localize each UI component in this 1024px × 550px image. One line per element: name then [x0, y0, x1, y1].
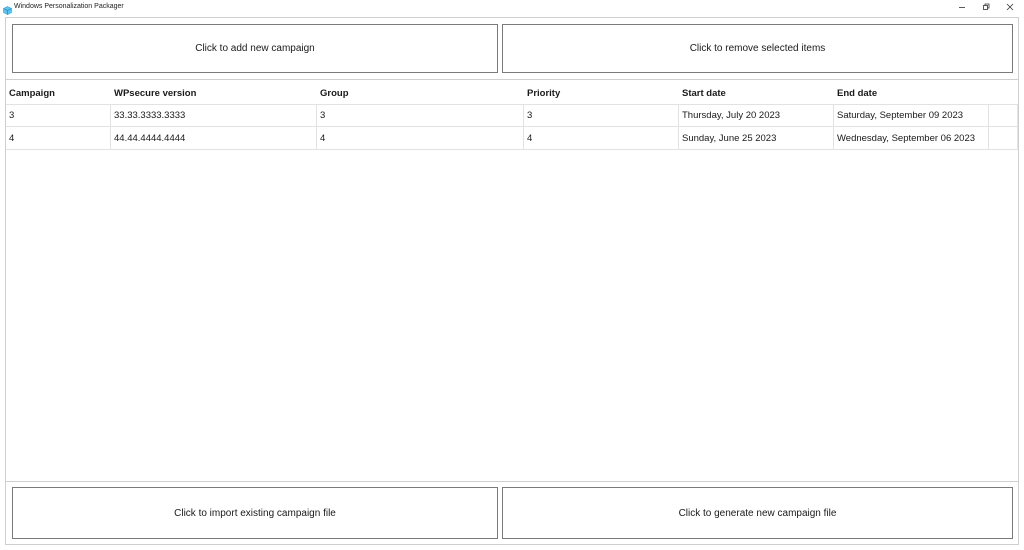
remove-selected-button[interactable]: Click to remove selected items [502, 24, 1013, 73]
cell-end-date[interactable]: Saturday, September 09 2023 [834, 105, 989, 126]
cell-campaign[interactable]: 3 [6, 105, 111, 126]
cell-start-date[interactable]: Thursday, July 20 2023 [679, 105, 834, 126]
cell-filler [989, 105, 1018, 126]
cell-priority[interactable]: 4 [524, 127, 679, 149]
cell-group[interactable]: 4 [317, 127, 524, 149]
restore-button[interactable] [974, 0, 998, 14]
cell-start-date[interactable]: Sunday, June 25 2023 [679, 127, 834, 149]
title-bar: Windows Personalization Packager [0, 0, 1024, 15]
import-campaign-button[interactable]: Click to import existing campaign file [12, 487, 498, 539]
cell-group[interactable]: 3 [317, 105, 524, 126]
close-icon [1006, 3, 1014, 11]
column-header-campaign[interactable]: Campaign [6, 83, 111, 104]
column-header-priority[interactable]: Priority [524, 83, 679, 104]
window-title: Windows Personalization Packager [14, 3, 124, 10]
add-campaign-button[interactable]: Click to add new campaign [12, 24, 498, 73]
close-button[interactable] [998, 0, 1022, 14]
generate-campaign-button[interactable]: Click to generate new campaign file [502, 487, 1013, 539]
grid-header: Campaign WPsecure version Group Priority… [6, 83, 989, 104]
cell-campaign[interactable]: 4 [6, 127, 111, 149]
cell-priority[interactable]: 3 [524, 105, 679, 126]
package-icon [3, 2, 12, 15]
campaign-grid[interactable]: Campaign WPsecure version Group Priority… [6, 79, 1018, 482]
cell-filler [989, 127, 1018, 149]
column-header-wpsecure-version[interactable]: WPsecure version [111, 83, 317, 104]
column-header-start-date[interactable]: Start date [679, 83, 834, 104]
restore-icon [982, 3, 990, 11]
cell-wpsecure-version[interactable]: 44.44.4444.4444 [111, 127, 317, 149]
table-row[interactable]: 4 44.44.4444.4444 4 4 Sunday, June 25 20… [6, 127, 1018, 150]
cell-wpsecure-version[interactable]: 33.33.3333.3333 [111, 105, 317, 126]
column-header-group[interactable]: Group [317, 83, 524, 104]
table-row[interactable]: 3 33.33.3333.3333 3 3 Thursday, July 20 … [6, 104, 1018, 127]
minimize-button[interactable] [950, 0, 974, 14]
minimize-icon [958, 3, 966, 11]
column-header-end-date[interactable]: End date [834, 83, 989, 104]
cell-end-date[interactable]: Wednesday, September 06 2023 [834, 127, 989, 149]
